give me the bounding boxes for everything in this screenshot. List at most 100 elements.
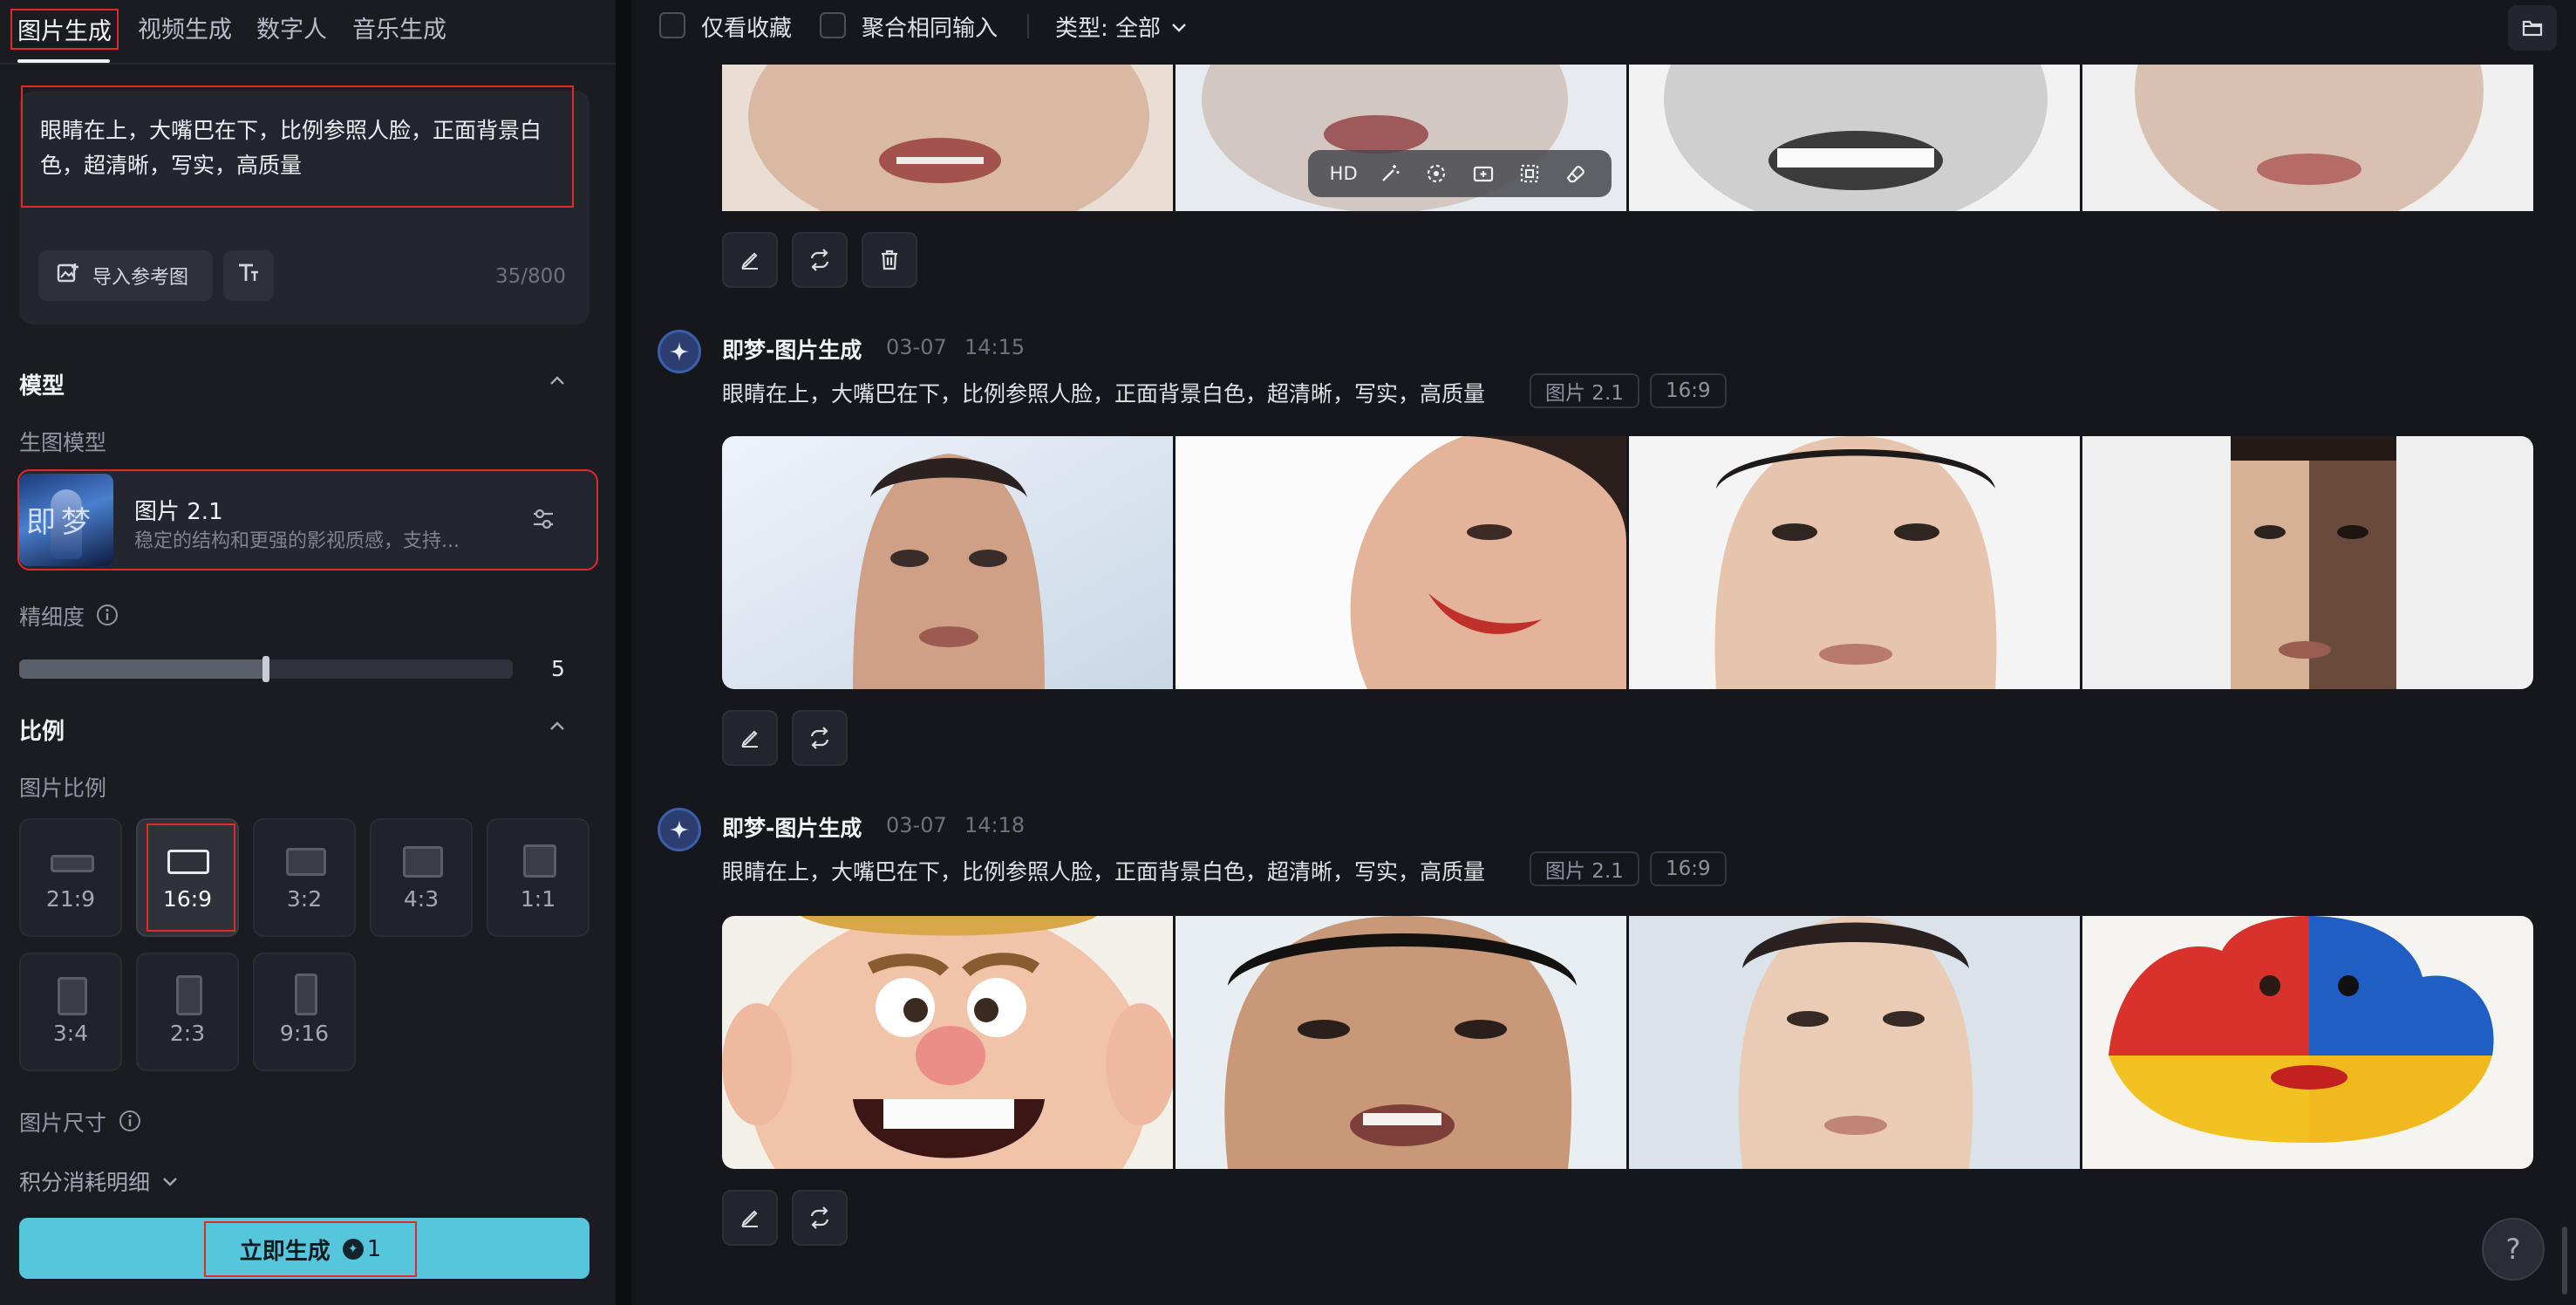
ratio-option-4-3[interactable]: 4:3 [370,818,473,937]
ratio-sub-label: 图片比例 [19,775,107,801]
hd-upscale-button[interactable]: HD [1320,150,1366,197]
result-image[interactable] [722,916,1173,1169]
crop-select-icon[interactable] [1506,150,1552,197]
model-settings-sliders-icon[interactable] [530,506,556,532]
generate-cost: 1 [366,1236,382,1262]
import-reference-button[interactable]: 导入参考图 [38,250,213,301]
folder-icon [2522,20,2543,37]
chevron-down-icon [163,1178,177,1186]
tab-image-generation[interactable]: 图片生成 [10,9,119,50]
regenerate-icon [810,727,829,749]
regenerate-icon [810,249,829,271]
model-sub-label: 生图模型 [19,430,107,455]
post-title: 即梦-图片生成 [722,338,862,363]
pencil-icon [741,1210,758,1227]
post-prompt[interactable]: 眼睛在上，大嘴巴在下，比例参照人脸，正面背景白色，超清晰，写实，高质量 [722,377,1485,408]
points-detail-toggle[interactable]: 积分消耗明细 [19,1165,180,1197]
detail-label: 精细度 [19,605,85,630]
chevron-down-icon [1172,23,1186,32]
active-tab-indicator [17,59,110,63]
model-name: 图片 2.1 [134,499,223,525]
results-scrollbar[interactable] [2562,1226,2567,1295]
delete-button[interactable] [862,232,917,288]
magic-wand-icon[interactable] [1366,150,1413,197]
ratio-section-title: 比例 [19,719,65,745]
result-image[interactable] [2082,916,2533,1169]
ratio-option-1-1[interactable]: 1:1 [487,818,589,937]
image-add-icon [56,261,80,290]
post-prompt[interactable]: 眼睛在上，大嘴巴在下，比例参照人脸，正面背景白色，超清晰，写实，高质量 [722,855,1485,886]
repaint-icon[interactable] [1414,150,1460,197]
post-date: 03-07 [886,335,947,359]
ratio-chip: 16:9 [1650,851,1727,886]
selected-ratio-highlight [147,823,235,932]
result-image[interactable] [722,65,1173,211]
result-image[interactable] [2082,65,2533,211]
expand-canvas-icon[interactable] [1460,150,1506,197]
post-title: 即梦-图片生成 [722,816,862,841]
eraser-icon[interactable] [1553,150,1599,197]
merge-same-input-label: 聚合相同输入 [862,16,998,42]
merge-same-input-checkbox[interactable] [820,12,846,38]
panel-divider [616,0,631,1305]
folder-button[interactable] [2508,5,2557,51]
result-image[interactable] [1629,916,2080,1169]
regenerate-button[interactable] [792,1190,848,1246]
generate-button-content[interactable]: 立即生成 ✦ 1 [204,1221,417,1277]
regenerate-button[interactable] [792,710,848,766]
sparkle-logo-icon [670,342,689,361]
tab-video-generation[interactable]: 视频生成 [138,10,232,44]
result-image[interactable] [2082,436,2533,689]
collapse-ratio-chevron-icon[interactable] [548,717,567,736]
import-reference-label: 导入参考图 [92,267,189,289]
model-section-title: 模型 [19,373,65,400]
post-time: 14:15 [964,335,1026,359]
detail-info-icon[interactable] [96,604,119,626]
sparkle-logo-icon [670,820,689,839]
model-description: 稳定的结构和更强的影视质感，支持... [134,530,460,552]
ratio-option-2-3[interactable]: 2:3 [136,953,239,1071]
jimeng-avatar [658,330,701,373]
ratio-option-3-2[interactable]: 3:2 [253,818,356,937]
post-date: 03-07 [886,813,947,837]
trash-icon [882,249,897,270]
result-image[interactable] [1629,436,2080,689]
tab-digital-human[interactable]: 数字人 [256,10,327,44]
pencil-icon [741,252,758,270]
regenerate-icon [810,1206,829,1229]
model-thumbnail-text: 即梦 [26,505,96,540]
image-size-label: 图片尺寸 [19,1110,107,1136]
prompt-char-counter: 35/800 [495,265,566,288]
detail-slider-handle[interactable] [262,656,269,682]
detail-value: 5 [551,656,565,681]
edit-button[interactable] [722,1190,778,1246]
result-image[interactable] [722,436,1173,689]
result-image[interactable] [1176,436,1626,689]
edit-button[interactable] [722,710,778,766]
generate-label: 立即生成 [239,1238,331,1265]
text-format-icon [235,260,262,291]
favorites-only-checkbox[interactable] [659,12,685,38]
type-filter-dropdown[interactable]: 类型: 全部 [1055,10,1189,43]
pencil-icon [741,730,758,748]
model-chip: 图片 2.1 [1530,373,1639,408]
jimeng-avatar [658,808,701,851]
image-hover-toolbar: HD [1308,150,1612,197]
help-button[interactable]: ? [2482,1218,2545,1281]
image-size-info-icon[interactable] [119,1110,141,1132]
ratio-option-21-9[interactable]: 21:9 [19,818,122,937]
collapse-model-chevron-icon[interactable] [548,372,567,391]
edit-button[interactable] [722,232,778,288]
favorites-only-label: 仅看收藏 [701,16,793,42]
prompt-input[interactable]: 眼睛在上，大嘴巴在下，比例参照人脸，正面背景白色，超清晰，写实，高质量 [21,85,574,208]
result-image[interactable] [1176,916,1626,1169]
result-image[interactable] [1629,65,2080,211]
toolbar-separator [1027,14,1029,38]
ratio-option-3-4[interactable]: 3:4 [19,953,122,1071]
type-filter-label: 类型: 全部 [1055,16,1162,42]
tab-music-generation[interactable]: 音乐生成 [352,10,446,44]
text-style-button[interactable] [223,250,274,301]
ratio-option-9-16[interactable]: 9:16 [253,953,356,1071]
points-detail-label: 积分消耗明细 [19,1170,151,1195]
regenerate-button[interactable] [792,232,848,288]
